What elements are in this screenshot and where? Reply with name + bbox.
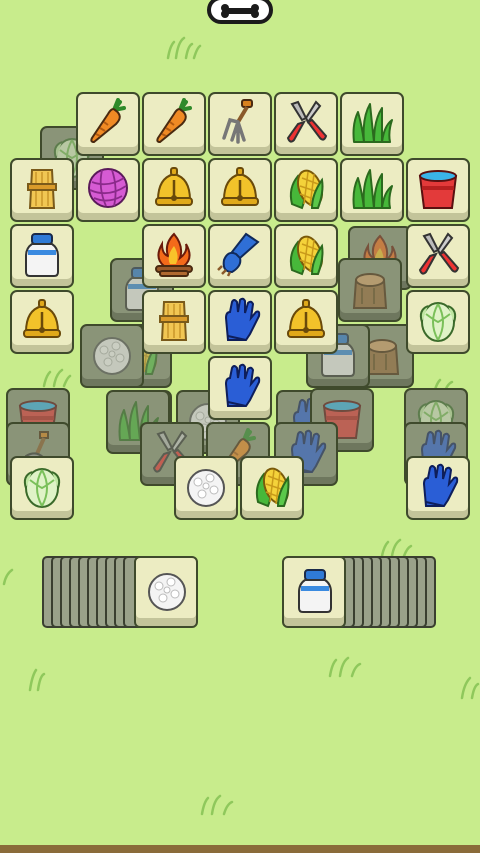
- grass-tuft-decoration: [28, 668, 46, 692]
- tile-grass-tuft[interactable]: [340, 158, 404, 222]
- corn-icon: [255, 467, 290, 508]
- grass-tuft-decoration: [200, 794, 234, 816]
- blue-glove-icon: [224, 363, 261, 407]
- yarn-ball-icon: [88, 168, 128, 208]
- tile-bell[interactable]: [274, 290, 338, 354]
- grass-tuft-decoration: [380, 538, 413, 558]
- shears-icon: [418, 232, 460, 275]
- tile-carrot[interactable]: [142, 92, 206, 156]
- tree-stump-icon: [352, 273, 388, 309]
- tile-bell[interactable]: [208, 158, 272, 222]
- tile-grass-tuft[interactable]: [340, 92, 404, 156]
- tile-bell[interactable]: [142, 158, 206, 222]
- tile-cabbage[interactable]: [406, 290, 470, 354]
- rice-ball-icon: [93, 337, 131, 375]
- blue-glove-icon: [422, 463, 459, 507]
- tile-shears[interactable]: [274, 92, 338, 156]
- cabbage-icon: [419, 302, 457, 342]
- garden-fork-icon: [222, 99, 253, 144]
- tile-bell[interactable]: [10, 290, 74, 354]
- bottom-edge: [0, 845, 480, 853]
- rice-ball-icon: [148, 573, 186, 611]
- carrot-icon: [90, 98, 126, 144]
- hay-bundle-icon: [159, 301, 189, 341]
- blue-glove-icon: [224, 297, 261, 341]
- campfire-icon: [155, 232, 193, 277]
- carrot-icon: [156, 98, 192, 144]
- bell-icon: [23, 299, 61, 338]
- tile-rice-ball: [80, 324, 144, 388]
- corn-icon: [289, 169, 324, 210]
- tile-campfire[interactable]: [142, 224, 206, 288]
- tile-water-bucket[interactable]: [406, 158, 470, 222]
- tile-blue-glove[interactable]: [208, 290, 272, 354]
- milk-bottle-icon: [25, 233, 59, 277]
- grass-tuft-icon: [352, 169, 393, 209]
- tile-milk-bottle[interactable]: [10, 224, 74, 288]
- grass-tuft-decoration: [166, 36, 202, 60]
- tile-shears[interactable]: [406, 224, 470, 288]
- stack-top-tile-rice-ball[interactable]: [134, 556, 198, 628]
- tile-tree-stump: [338, 258, 402, 322]
- grass-tuft-icon: [352, 103, 393, 143]
- cabbage-icon: [23, 468, 61, 508]
- grooming-brush-icon: [217, 232, 260, 277]
- tile-carrot[interactable]: [76, 92, 140, 156]
- bell-icon: [221, 167, 259, 206]
- grass-tuft-decoration: [2, 568, 14, 586]
- grass-tuft-decoration: [42, 368, 72, 388]
- tile-corn[interactable]: [240, 456, 304, 520]
- tile-garden-fork[interactable]: [208, 92, 272, 156]
- tile-corn[interactable]: [274, 158, 338, 222]
- menu-button[interactable]: [207, 0, 273, 24]
- tile-yarn-ball[interactable]: [76, 158, 140, 222]
- tile-rice-ball[interactable]: [174, 456, 238, 520]
- tile-blue-glove[interactable]: [208, 356, 272, 420]
- bell-icon: [287, 299, 325, 338]
- rice-ball-icon: [187, 469, 225, 507]
- grass-tuft-decoration: [460, 676, 480, 700]
- hay-bundle-icon: [27, 169, 57, 209]
- bell-icon: [155, 167, 193, 206]
- tile-hay-bundle[interactable]: [10, 158, 74, 222]
- shears-icon: [286, 100, 328, 143]
- milk-bottle-icon: [298, 569, 332, 613]
- tile-cabbage[interactable]: [10, 456, 74, 520]
- menu-bone-icon: [221, 4, 259, 18]
- tile-corn[interactable]: [274, 224, 338, 288]
- stack-top-tile-milk-bottle[interactable]: [282, 556, 346, 628]
- grass-tuft-decoration: [328, 656, 362, 678]
- tile-grooming-brush[interactable]: [208, 224, 272, 288]
- corn-icon: [289, 235, 324, 276]
- tile-hay-bundle[interactable]: [142, 290, 206, 354]
- tile-blue-glove[interactable]: [406, 456, 470, 520]
- water-bucket-icon: [418, 170, 458, 209]
